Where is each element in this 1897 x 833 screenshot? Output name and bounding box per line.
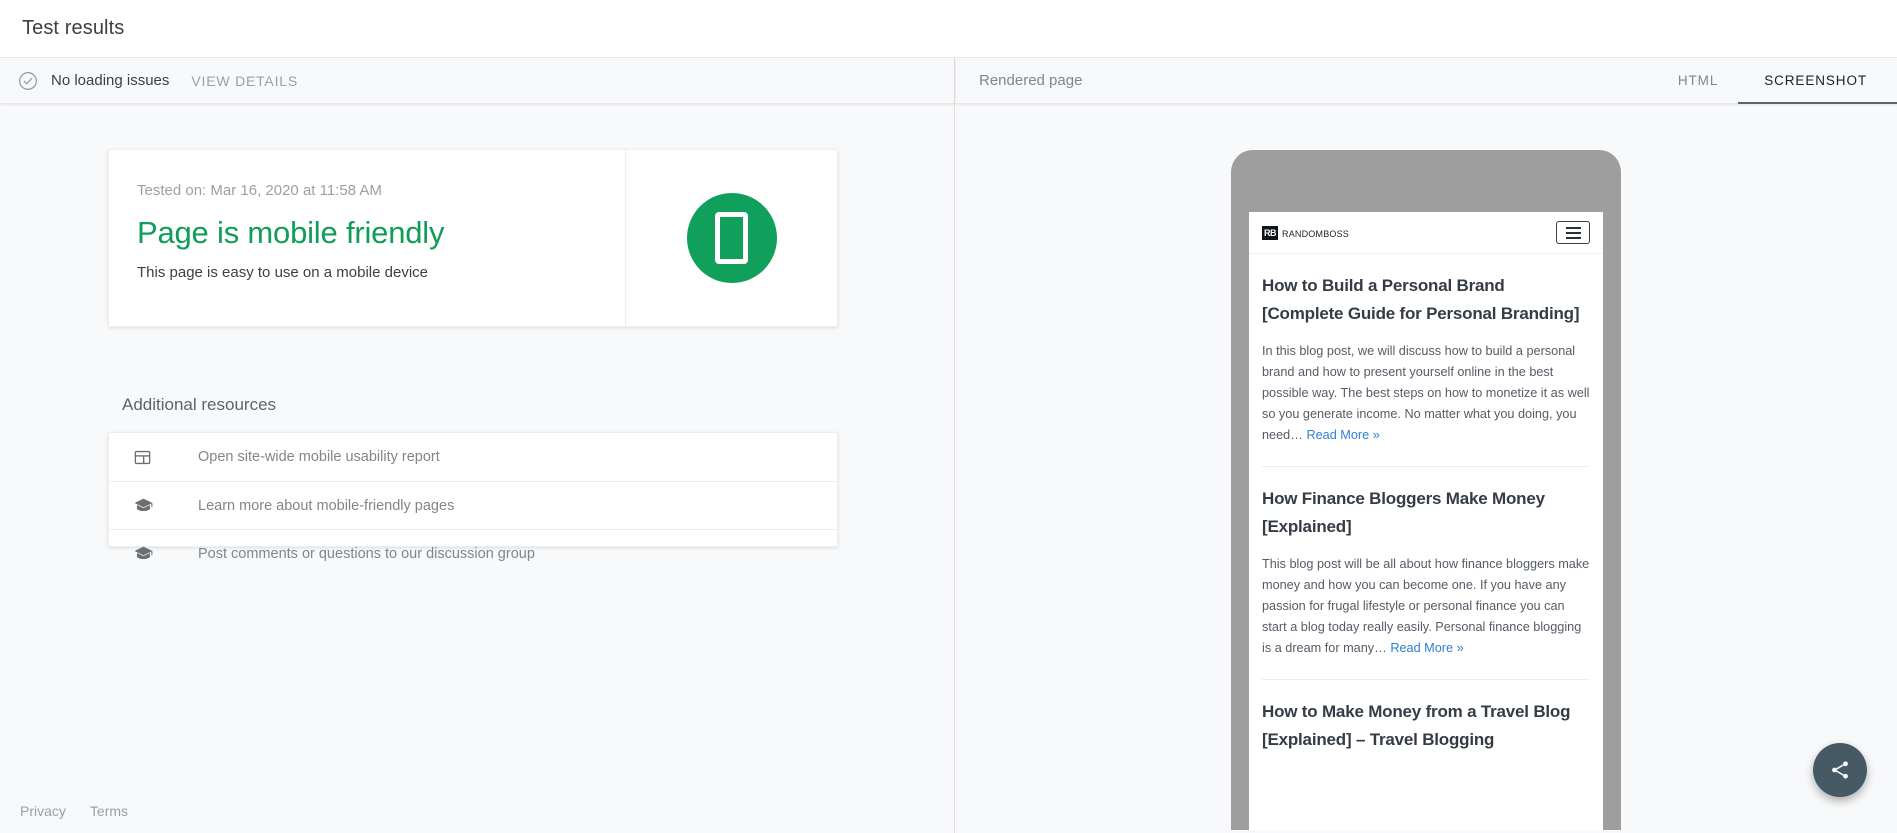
- main-body: No loading issues VIEW DETAILS Tested on…: [0, 58, 1897, 833]
- loading-status-text: No loading issues: [51, 72, 170, 89]
- post-title[interactable]: How to Make Money from a Travel Blog [Ex…: [1262, 698, 1590, 754]
- resource-item-label: Open site-wide mobile usability report: [198, 449, 440, 465]
- additional-resources-heading: Additional resources: [122, 395, 277, 414]
- rendered-page-bar: Rendered page HTML SCREENSHOT: [956, 58, 1897, 104]
- tab-html[interactable]: HTML: [1658, 58, 1738, 104]
- preview-site-header: RB RandomBoss: [1249, 212, 1603, 254]
- preview-post: How to Make Money from a Travel Blog [Ex…: [1249, 698, 1603, 754]
- preview-post: How to Build a Personal Brand [Complete …: [1249, 272, 1603, 446]
- tab-screenshot[interactable]: SCREENSHOT: [1738, 58, 1897, 104]
- check-circle-icon: [18, 71, 38, 91]
- post-excerpt: This blog post will be all about how fin…: [1262, 554, 1590, 659]
- resource-item-usability-report[interactable]: Open site-wide mobile usability report: [109, 433, 837, 481]
- mobile-phone-icon: [686, 193, 777, 283]
- result-card-info: Tested on: Mar 16, 2020 at 11:58 AM Page…: [109, 150, 625, 326]
- resource-item-label: Post comments or questions to our discus…: [198, 545, 535, 562]
- terms-link[interactable]: Terms: [90, 803, 128, 819]
- phone-screen: RB RandomBoss How to Build a Personal Br…: [1249, 212, 1603, 830]
- post-divider: [1262, 679, 1590, 680]
- rendered-page-label: Rendered page: [979, 72, 1083, 89]
- hamburger-menu-icon[interactable]: [1556, 221, 1590, 244]
- post-title[interactable]: How Finance Bloggers Make Money [Explain…: [1262, 485, 1590, 541]
- page-title: Test results: [22, 17, 125, 39]
- loading-status-bar: No loading issues VIEW DETAILS: [0, 58, 954, 104]
- post-excerpt: In this blog post, we will discuss how t…: [1262, 341, 1590, 446]
- post-title[interactable]: How to Build a Personal Brand [Complete …: [1262, 272, 1590, 328]
- share-button[interactable]: [1813, 743, 1867, 797]
- graduation-cap-icon: [133, 543, 161, 564]
- read-more-link[interactable]: Read More »: [1390, 641, 1463, 655]
- resource-item-label: Learn more about mobile-friendly pages: [198, 497, 455, 514]
- rendered-page-panel: Rendered page HTML SCREENSHOT RB RandomB…: [956, 58, 1897, 833]
- view-details-button[interactable]: VIEW DETAILS: [191, 73, 298, 89]
- privacy-link[interactable]: Privacy: [20, 803, 66, 819]
- app-bar: Test results: [0, 0, 1897, 58]
- verdict-subtext: This page is easy to use on a mobile dev…: [137, 264, 428, 281]
- resource-item-discussion-group[interactable]: Post comments or questions to our discus…: [109, 529, 837, 577]
- results-panel: No loading issues VIEW DETAILS Tested on…: [0, 58, 955, 833]
- result-card-icon-pane: [625, 150, 837, 326]
- verdict-headline: Page is mobile friendly: [137, 215, 445, 250]
- resource-item-learn-more[interactable]: Learn more about mobile-friendly pages: [109, 481, 837, 529]
- report-dashboard-icon: [133, 448, 161, 467]
- phone-mockup: RB RandomBoss How to Build a Personal Br…: [1231, 150, 1621, 830]
- graduation-cap-icon: [133, 495, 161, 516]
- additional-resources-card: Open site-wide mobile usability report L…: [108, 432, 838, 562]
- site-logo[interactable]: RB RandomBoss: [1262, 225, 1350, 240]
- logo-text: RandomBoss: [1282, 225, 1350, 240]
- preview-post: How Finance Bloggers Make Money [Explain…: [1249, 485, 1603, 659]
- logo-mark-icon: RB: [1262, 225, 1278, 240]
- read-more-link[interactable]: Read More »: [1306, 428, 1379, 442]
- rendered-page-tabs: HTML SCREENSHOT: [1658, 58, 1897, 104]
- share-icon: [1832, 761, 1848, 779]
- footer-links: Privacy Terms: [0, 803, 128, 819]
- result-card: Tested on: Mar 16, 2020 at 11:58 AM Page…: [108, 149, 838, 327]
- tested-on-timestamp: Tested on: Mar 16, 2020 at 11:58 AM: [137, 182, 382, 199]
- post-divider: [1262, 466, 1590, 467]
